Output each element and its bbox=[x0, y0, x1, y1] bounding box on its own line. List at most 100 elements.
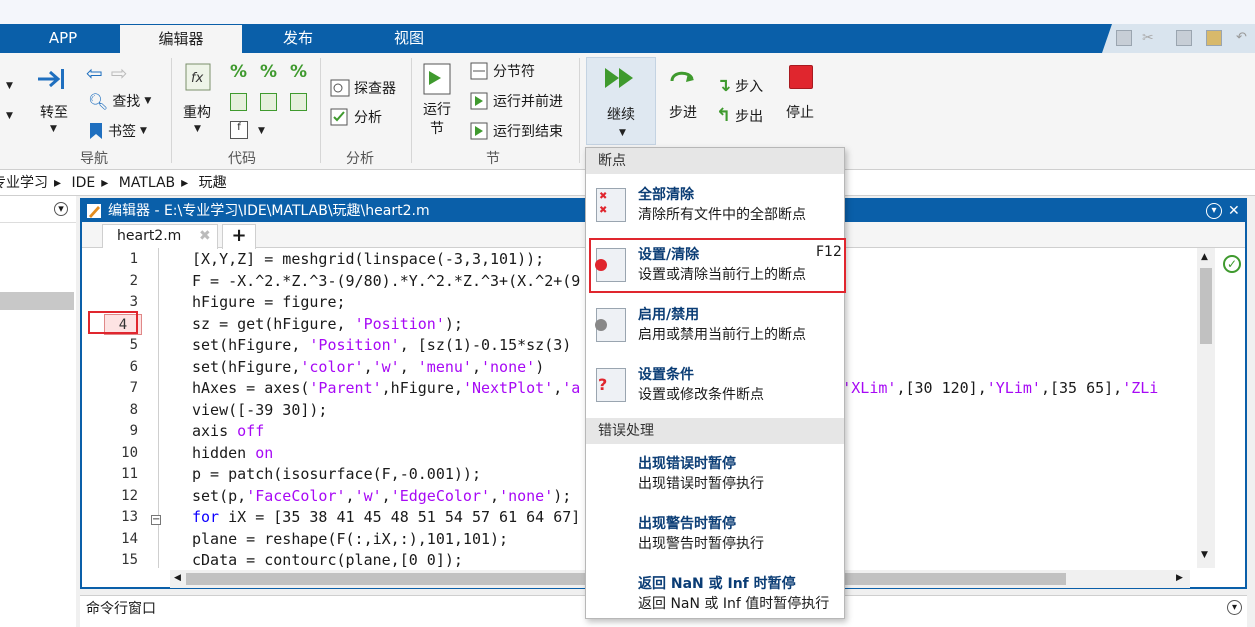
decrease-indent-icon[interactable] bbox=[260, 93, 277, 111]
back-arrow-icon[interactable]: ⇦ bbox=[86, 61, 103, 85]
line-number[interactable]: 14 bbox=[98, 529, 138, 551]
code-line[interactable]: plane = reshape(F(:,iX,:),101,101); bbox=[192, 529, 508, 551]
paste-icon[interactable] bbox=[1206, 30, 1222, 46]
line-number[interactable]: 12 bbox=[98, 486, 138, 508]
code-line[interactable]: hidden on bbox=[192, 443, 273, 465]
run-to-end-icon bbox=[470, 122, 488, 140]
new-tab-button[interactable]: + bbox=[222, 224, 256, 249]
pane-menu-icon[interactable]: ▾ bbox=[54, 202, 68, 216]
scroll-down-icon[interactable]: ▼ bbox=[1201, 550, 1208, 560]
panel-menu-icon[interactable]: ▾ bbox=[1206, 203, 1222, 219]
divider bbox=[0, 222, 76, 223]
code-line[interactable]: sz = get(hFigure, 'Position'); bbox=[192, 314, 463, 336]
menu-item-pause-on-error[interactable]: 出现错误时暂停 出现错误时暂停执行 bbox=[586, 453, 844, 511]
line-number[interactable]: 5 bbox=[98, 335, 138, 357]
code-line[interactable]: axis off bbox=[192, 421, 264, 443]
forward-arrow-icon[interactable]: ⇨ bbox=[111, 61, 128, 85]
code-token: , bbox=[490, 486, 500, 505]
step-in-icon: ↴ bbox=[716, 75, 732, 96]
panel-menu-icon[interactable]: ▾ bbox=[1227, 600, 1242, 615]
undo-icon[interactable]: ↶ bbox=[1236, 30, 1252, 46]
refactor-dropdown-icon[interactable]: ▼ bbox=[194, 124, 201, 134]
line-number[interactable]: 10 bbox=[98, 443, 138, 465]
line-number[interactable]: 7 bbox=[98, 378, 138, 400]
uncomment-icon[interactable]: % bbox=[260, 62, 277, 82]
function-icon[interactable]: f bbox=[230, 121, 248, 139]
bookmark-button[interactable]: 书签 ▼ bbox=[88, 121, 147, 141]
code-token: ,hFigure, bbox=[381, 379, 463, 397]
scroll-thumb[interactable] bbox=[1200, 268, 1212, 344]
selected-file-row[interactable] bbox=[0, 292, 74, 310]
vertical-scrollbar[interactable]: ▲ ▼ bbox=[1197, 248, 1215, 568]
breadcrumb-item[interactable]: 玩趣 bbox=[199, 175, 227, 191]
code-line[interactable]: p = patch(isosurface(F,-0.001)); bbox=[192, 464, 481, 486]
close-tab-icon[interactable]: ✖ bbox=[199, 225, 211, 247]
code-line[interactable]: set(hFigure,'color','w', 'menu','none') bbox=[192, 357, 544, 379]
dropdown-arrow-icon[interactable]: ▼ bbox=[6, 111, 13, 121]
goto-button[interactable] bbox=[36, 65, 70, 97]
code-analyzer-ok-icon[interactable]: ✓ bbox=[1223, 255, 1241, 273]
line-number[interactable]: 6 bbox=[98, 357, 138, 379]
increase-indent-icon[interactable] bbox=[290, 93, 307, 111]
step-out-button[interactable]: ↰ 步出 bbox=[716, 105, 763, 126]
code-line[interactable]: set(p,'FaceColor','w','EdgeColor','none'… bbox=[192, 486, 571, 508]
code-line[interactable]: set(hFigure, 'Position', [sz(1)-0.15*sz(… bbox=[192, 335, 571, 357]
find-button[interactable]: 🔍︎ 查找 ▼ bbox=[88, 91, 151, 111]
save-icon[interactable] bbox=[1116, 30, 1132, 46]
refactor-button[interactable]: fx bbox=[182, 63, 214, 97]
cut-icon[interactable]: ✂ bbox=[1142, 30, 1158, 46]
code-line[interactable]: for iX = [35 38 41 45 48 51 54 57 61 64 … bbox=[192, 507, 580, 529]
line-number[interactable]: 2 bbox=[98, 271, 138, 293]
tab-app[interactable]: APP bbox=[20, 24, 106, 53]
tab-editor[interactable]: 编辑器 bbox=[120, 25, 242, 53]
section-break-button[interactable]: 分节符 bbox=[470, 61, 535, 81]
menu-item-pause-on-nan-inf[interactable]: 返回 NaN 或 Inf 时暂停 返回 NaN 或 Inf 值时暂停执行 bbox=[586, 573, 844, 627]
menu-item-set-condition[interactable]: ? 设置条件 设置或修改条件断点 bbox=[586, 364, 844, 422]
menu-item-clear-all[interactable]: ✖ ✖ 全部清除 清除所有文件中的全部断点 bbox=[586, 184, 844, 242]
menu-item-desc: 出现警告时暂停执行 bbox=[638, 536, 764, 552]
breadcrumb-item[interactable]: MATLAB bbox=[119, 175, 175, 191]
step-button[interactable] bbox=[668, 63, 700, 95]
scroll-up-icon[interactable]: ▲ bbox=[1201, 252, 1208, 262]
menu-item-desc: 出现错误时暂停执行 bbox=[638, 476, 764, 492]
stop-icon[interactable] bbox=[789, 65, 813, 89]
line-number[interactable]: 11 bbox=[98, 464, 138, 486]
run-and-advance-button[interactable]: 运行并前进 bbox=[470, 91, 563, 111]
smart-indent-icon[interactable] bbox=[230, 93, 247, 111]
copy-icon[interactable] bbox=[1176, 30, 1192, 46]
close-icon[interactable]: ✕ bbox=[1228, 200, 1240, 222]
run-to-end-button[interactable]: 运行到结束 bbox=[470, 121, 563, 141]
run-section-button[interactable] bbox=[423, 63, 451, 99]
goto-dropdown-icon[interactable]: ▼ bbox=[50, 124, 57, 134]
menu-item-pause-on-warning[interactable]: 出现警告时暂停 出现警告时暂停执行 bbox=[586, 513, 844, 571]
line-number[interactable]: 9 bbox=[98, 421, 138, 443]
comment-icon[interactable]: % bbox=[230, 62, 247, 82]
line-number[interactable]: 8 bbox=[98, 400, 138, 422]
line-number[interactable]: 13 bbox=[98, 507, 138, 529]
code-line[interactable]: cData = contourc(plane,[0 0]); bbox=[192, 550, 463, 568]
breadcrumb-item[interactable]: IDE bbox=[71, 175, 95, 191]
code-line[interactable]: hFigure = figure; bbox=[192, 292, 346, 314]
fold-icon[interactable]: − bbox=[151, 515, 161, 525]
code-line[interactable]: [X,Y,Z] = meshgrid(linspace(-3,3,101)); bbox=[192, 249, 544, 271]
scroll-left-icon[interactable]: ◀ bbox=[174, 573, 181, 583]
explorer-button[interactable]: 探查器 bbox=[330, 78, 396, 98]
breadcrumb-item[interactable]: 专业学习 bbox=[0, 175, 48, 191]
analyze-button[interactable]: 分析 bbox=[330, 107, 382, 127]
chevron-down-icon[interactable]: ▼ bbox=[258, 126, 265, 136]
dropdown-arrow-icon[interactable]: ▼ bbox=[6, 81, 13, 91]
menu-item-enable-disable[interactable]: 启用/禁用 启用或禁用当前行上的断点 bbox=[586, 304, 844, 362]
run-section-icon bbox=[423, 63, 451, 95]
code-token: ,[35 65], bbox=[1040, 379, 1123, 397]
code-line[interactable]: view([-39 30]); bbox=[192, 400, 327, 422]
line-number[interactable]: 15 bbox=[98, 550, 138, 572]
step-in-button[interactable]: ↴ 步入 bbox=[716, 75, 763, 96]
tab-heart2[interactable]: heart2.m ✖ bbox=[102, 224, 218, 249]
code-line[interactable]: F = -X.^2.*Z.^3-(9/80).*Y.^2.*Z.^3+(X.^2… bbox=[192, 271, 580, 293]
wrap-comment-icon[interactable]: % bbox=[290, 62, 307, 82]
tab-view[interactable]: 视图 bbox=[354, 24, 464, 53]
scroll-right-icon[interactable]: ▶ bbox=[1176, 573, 1183, 583]
line-number[interactable]: 1 bbox=[98, 249, 138, 271]
tab-publish[interactable]: 发布 bbox=[242, 24, 354, 53]
continue-button[interactable]: 继续 ▼ bbox=[586, 57, 656, 145]
